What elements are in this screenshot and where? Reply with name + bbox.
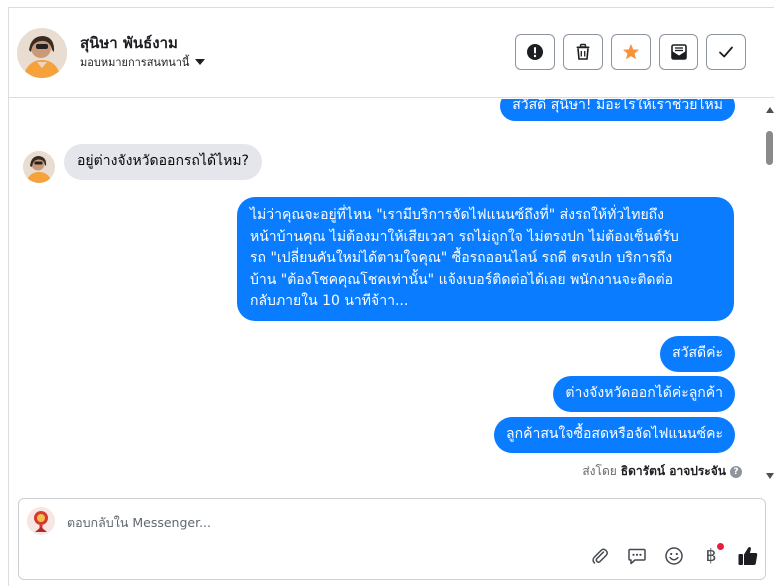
help-icon[interactable]: ? bbox=[730, 465, 742, 478]
checkmark-icon bbox=[719, 46, 733, 58]
contact-avatar-small bbox=[23, 151, 55, 183]
paperclip-icon bbox=[592, 548, 608, 564]
message-bubble-outgoing-long: ไม่ว่าคุณจะอยู่ที่ไหน "เรามีบริการจัดไฟแ… bbox=[237, 197, 734, 321]
scroll-down-arrow-icon[interactable] bbox=[766, 473, 774, 479]
sent-by-label: ส่งโดย ธิดารัตน์ อาจประจัน ? bbox=[582, 462, 742, 481]
conversation-header: สุนิษา พันธ์งาม มอบหมายการสนทนานี้ bbox=[9, 8, 774, 98]
trash-icon bbox=[576, 43, 590, 60]
mark-done-button[interactable] bbox=[706, 34, 746, 70]
saved-replies-button[interactable] bbox=[626, 545, 648, 567]
composer-tools: ฿ bbox=[589, 543, 759, 567]
message-bubble-outgoing: สวัสดี สุนิษา! มีอะไรให้เราช่วยไหม bbox=[500, 99, 735, 121]
page-avatar bbox=[27, 507, 55, 535]
delete-button[interactable] bbox=[563, 34, 603, 70]
message-bubble-outgoing: ต่างจังหวัดออกได้ค่ะลูกค้า bbox=[553, 376, 735, 412]
caret-down-icon bbox=[195, 59, 206, 65]
reply-composer: ฿ bbox=[18, 498, 766, 580]
star-button[interactable] bbox=[611, 34, 651, 70]
attach-button[interactable] bbox=[589, 545, 611, 567]
notification-dot bbox=[717, 543, 724, 550]
baht-icon: ฿ bbox=[705, 546, 717, 566]
assign-label: มอบหมายการสนทนานี้ bbox=[80, 56, 190, 69]
message-bubble-outgoing: สวัสดีค่ะ bbox=[660, 336, 735, 372]
emoji-button[interactable] bbox=[663, 545, 685, 567]
message-line: หน้าบ้านคุณ ไม่ต้องมาให้เสียเวลา รถไม่ถู… bbox=[250, 228, 679, 245]
envelope-icon bbox=[670, 44, 687, 60]
assign-conversation-dropdown[interactable]: มอบหมายการสนทนานี้ bbox=[80, 53, 206, 71]
payment-button[interactable]: ฿ bbox=[700, 543, 724, 567]
alert-icon bbox=[527, 44, 543, 60]
conversation-panel: สุนิษา พันธ์งาม มอบหมายการสนทนานี้ สวัสด… bbox=[8, 7, 774, 586]
like-button[interactable] bbox=[737, 545, 759, 567]
message-line: บ้าน "ต้องโชคคุณโชคเท่านั้น" แจ้งเบอร์ติ… bbox=[250, 271, 674, 288]
thumbs-up-icon bbox=[738, 547, 758, 565]
contact-avatar[interactable] bbox=[17, 28, 67, 78]
thread-scrollbar[interactable] bbox=[765, 99, 774, 489]
message-line: กลับภายใน 10 นาทีจ้าา... bbox=[250, 293, 409, 309]
message-bubble-outgoing: ลูกค้าสนใจซื้อสดหรือจัดไฟแนนซ์คะ bbox=[494, 417, 735, 453]
scrollbar-thumb[interactable] bbox=[766, 131, 773, 165]
reply-input[interactable] bbox=[67, 511, 667, 533]
message-thread[interactable]: สวัสดี สุนิษา! มีอะไรให้เราช่วยไหม อยู่ต… bbox=[9, 99, 774, 489]
message-line: รถ "เปลี่ยนคันใหม่ได้ตามใจคุณ" ซื้อรถออน… bbox=[250, 250, 673, 266]
contact-name: สุนิษา พันธ์งาม bbox=[80, 34, 178, 52]
sent-by-prefix: ส่งโดย bbox=[582, 464, 617, 478]
star-icon bbox=[623, 44, 639, 60]
mark-spam-button[interactable] bbox=[515, 34, 555, 70]
mark-unread-button[interactable] bbox=[659, 34, 698, 70]
message-line: ไม่ว่าคุณจะอยู่ที่ไหน "เรามีบริการจัดไฟแ… bbox=[250, 207, 664, 223]
conversation-actions bbox=[515, 34, 746, 70]
scroll-up-arrow-icon[interactable] bbox=[766, 107, 774, 113]
smiley-icon bbox=[665, 547, 683, 565]
message-bubble-incoming: อยู่ต่างจังหวัดออกรถได้ไหม? bbox=[64, 144, 262, 180]
chat-bubble-icon bbox=[628, 548, 646, 565]
sender-name: ธิดารัตน์ อาจประจัน bbox=[620, 464, 726, 478]
